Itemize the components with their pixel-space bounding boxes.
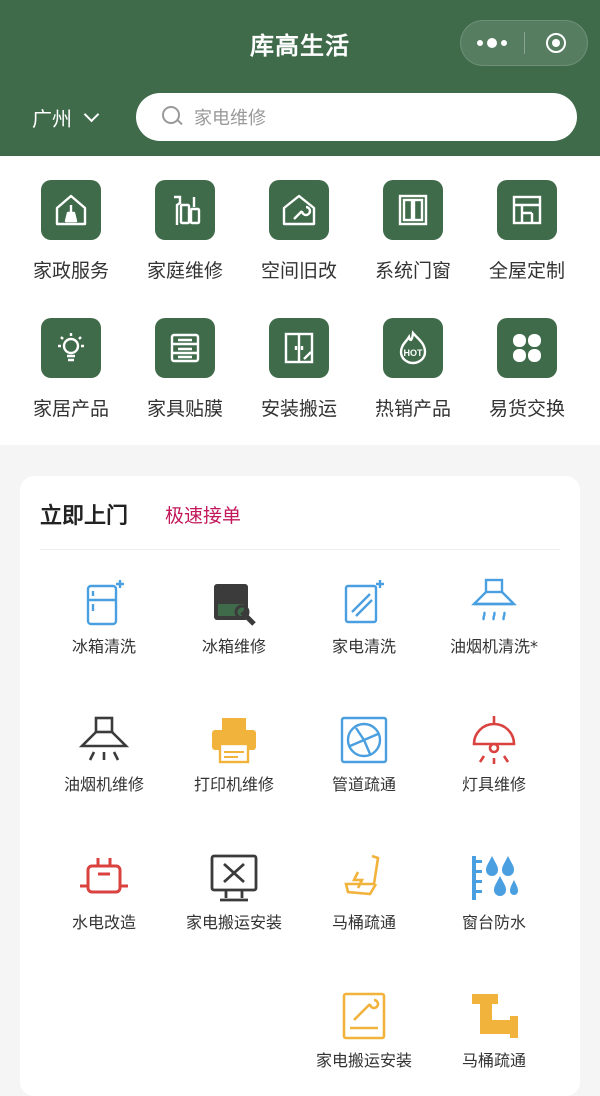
service-fridge-clean[interactable]: 冰箱清洗 (39, 574, 169, 658)
services-card: 立即上门 极速接单 冰箱清洗 冰箱维修 家电清洗 油烟机清洗* 油烟机维修 打印… (20, 476, 580, 1096)
service-toilet-unclog[interactable]: 马桶疏通 (299, 850, 429, 934)
category-label: 家居产品 (32, 398, 109, 420)
window-icon (383, 180, 443, 240)
service-label: 油烟机维修 (63, 775, 144, 794)
category-label: 安装搬运 (260, 398, 337, 420)
category-barter[interactable]: 易货交换 (470, 318, 584, 421)
cabinet-layout-icon (497, 180, 557, 240)
house-wrench-icon (269, 180, 329, 240)
monitor-tools-icon (206, 850, 262, 906)
app-header: 库高生活 广州 家电维修 (0, 0, 600, 156)
more-menu-icon[interactable] (461, 21, 524, 65)
waterproof-icon (466, 850, 522, 906)
service-appliance-move-install[interactable]: 家电搬运安装 (169, 850, 299, 934)
printer-icon (206, 712, 262, 768)
service-printer-repair[interactable]: 打印机维修 (169, 712, 299, 796)
fan-vent-icon (336, 712, 392, 768)
service-label: 油烟机清洗* (449, 637, 538, 656)
service-appliance-clean[interactable]: 家电清洗 (299, 574, 429, 658)
category-install-moving[interactable]: 安装搬运 (242, 318, 356, 421)
search-icon (162, 106, 184, 128)
service-label: 家电搬运安装 (315, 1051, 412, 1070)
service-pipe-unclog[interactable]: 管道疏通 (299, 712, 429, 796)
category-label: 系统门窗 (374, 260, 451, 282)
appliance-clean-icon (336, 574, 392, 630)
service-range-hood-clean[interactable]: 油烟机清洗* (429, 574, 559, 658)
category-label: 空间旧改 (260, 260, 337, 282)
search-input[interactable]: 家电维修 (136, 93, 577, 141)
toilet-icon (336, 850, 392, 906)
wardrobe-tool-icon (269, 318, 329, 378)
divider (40, 549, 560, 550)
category-furniture-film[interactable]: 家具贴膜 (128, 318, 242, 421)
category-renovation[interactable]: 空间旧改 (242, 180, 356, 283)
service-label: 马桶疏通 (461, 1051, 526, 1070)
search-placeholder: 家电维修 (194, 108, 266, 129)
category-windows[interactable]: 系统门窗 (356, 180, 470, 283)
four-petal-icon (497, 318, 557, 378)
service-label: 灯具维修 (461, 775, 526, 794)
category-label: 家政服务 (32, 260, 109, 282)
range-hood-clean-icon (466, 574, 522, 630)
close-target-icon[interactable] (525, 21, 588, 65)
category-grid: 家政服务 家庭维修 空间旧改 系统门窗 全屋定制 家居产品 家具贴膜 安装搬运 … (0, 156, 600, 445)
hot-flame-icon: HOT (383, 318, 443, 378)
service-lamp-repair[interactable]: 灯具维修 (429, 712, 559, 796)
service-label: 冰箱维修 (201, 637, 266, 656)
chevron-down-icon (83, 106, 100, 123)
tools-icon (155, 180, 215, 240)
service-label: 窗台防水 (461, 913, 526, 932)
drawer-cabinet-icon (155, 318, 215, 378)
services-subtitle: 极速接单 (165, 505, 242, 527)
category-label: 家庭维修 (146, 260, 223, 282)
service-label: 家电清洗 (331, 637, 396, 656)
category-label: 易货交换 (488, 398, 565, 420)
service-label: 冰箱清洗 (71, 637, 136, 656)
mini-program-capsule (460, 20, 588, 66)
plug-icon (76, 850, 132, 906)
lightbulb-icon (41, 318, 101, 378)
city-selector[interactable]: 广州 (32, 103, 100, 132)
service-fridge-repair[interactable]: 冰箱维修 (169, 574, 299, 658)
service-label: 管道疏通 (331, 775, 396, 794)
house-broom-icon (41, 180, 101, 240)
category-custom-furniture[interactable]: 全屋定制 (470, 180, 584, 283)
svg-text:HOT: HOT (404, 348, 424, 358)
service-label: 打印机维修 (193, 775, 274, 794)
services-title: 立即上门 (40, 504, 129, 529)
service-windowsill-waterproof[interactable]: 窗台防水 (429, 850, 559, 934)
city-label: 广州 (32, 107, 72, 131)
category-label: 热销产品 (374, 398, 451, 420)
category-housekeeping[interactable]: 家政服务 (14, 180, 128, 283)
fridge-clean-icon (76, 574, 132, 630)
category-home-repair[interactable]: 家庭维修 (128, 180, 242, 283)
category-home-products[interactable]: 家居产品 (14, 318, 128, 421)
service-range-hood-repair[interactable]: 油烟机维修 (39, 712, 169, 796)
category-label: 家具贴膜 (146, 398, 223, 420)
service-label: 家电搬运安装 (185, 913, 282, 932)
category-label: 全屋定制 (488, 260, 565, 282)
fridge-repair-icon (206, 574, 262, 630)
service-plumbing-electric[interactable]: 水电改造 (39, 850, 169, 934)
service-toilet-unclog-2[interactable]: 马桶疏通 (429, 988, 559, 1072)
service-label: 马桶疏通 (331, 913, 396, 932)
category-hot-products[interactable]: HOT 热销产品 (356, 318, 470, 421)
service-appliance-move-install-2[interactable]: 家电搬运安装 (299, 988, 429, 1072)
ceiling-lamp-icon (466, 712, 522, 768)
range-hood-repair-icon (76, 712, 132, 768)
oven-wrench-icon (336, 988, 392, 1044)
service-label: 水电改造 (71, 913, 136, 932)
pipe-icon (466, 988, 522, 1044)
